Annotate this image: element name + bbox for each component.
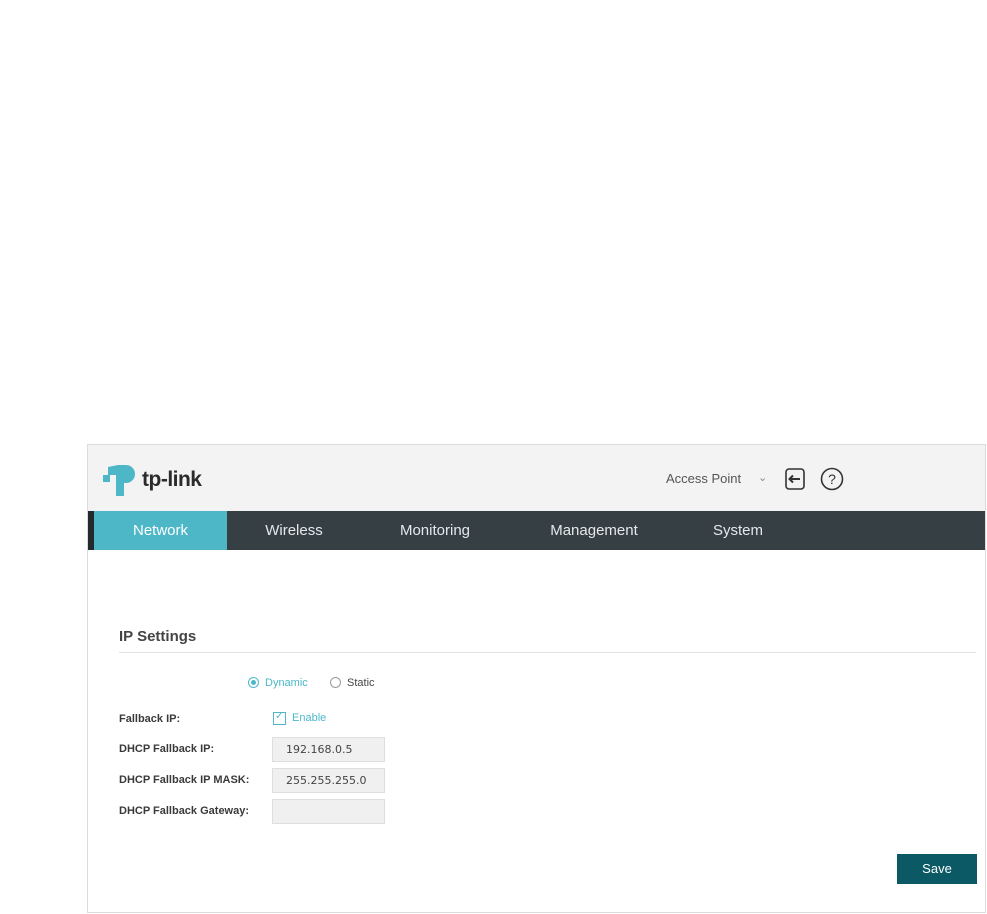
tab-wireless[interactable]: Wireless [239,511,349,550]
radio-dynamic-label: Dynamic [265,677,308,689]
app-window: tp-link Access Point ⌄ ? Network Wireles… [87,444,986,913]
dhcp-fallback-ip-input[interactable] [272,737,385,762]
checkbox-icon: ✓ [273,711,286,725]
svg-text:?: ? [828,471,836,487]
chevron-down-icon: ⌄ [758,472,768,484]
dhcp-fallback-ip-label: DHCP Fallback IP: [119,743,215,755]
radio-dynamic-icon [248,677,259,688]
tp-link-logo: tp-link [102,459,222,499]
dhcp-fallback-mask-label: DHCP Fallback IP MASK: [119,774,250,786]
logout-icon[interactable] [783,467,807,491]
dhcp-fallback-gateway-label: DHCP Fallback Gateway: [119,805,250,817]
tp-link-logo-icon [103,465,135,496]
mode-select-value: Access Point [666,471,742,486]
content-panel: IP Settings Dynamic Static Fallback IP: … [88,550,985,912]
enable-label: Enable [292,712,327,724]
main-nav: Network Wireless Monitoring Management S… [88,511,985,550]
fallback-ip-label: Fallback IP: [119,713,181,725]
section-divider [119,652,976,653]
radio-static-label: Static [347,677,375,689]
radio-static-icon [330,677,341,688]
dhcp-fallback-mask-input[interactable] [272,768,385,793]
save-button[interactable]: Save [897,854,977,884]
tab-system[interactable]: System [688,511,788,550]
logo-text: tp-link [142,468,202,491]
tab-monitoring[interactable]: Monitoring [380,511,490,550]
checkmark-icon: ✓ [275,711,284,722]
help-icon[interactable]: ? [820,467,844,491]
tab-network[interactable]: Network [94,511,227,550]
dhcp-fallback-gateway-input[interactable] [272,799,385,824]
tab-management[interactable]: Management [529,511,659,550]
mode-select[interactable]: Access Point ⌄ [650,465,775,493]
header-bar: tp-link Access Point ⌄ ? [88,445,985,511]
section-title: IP Settings [119,628,197,645]
